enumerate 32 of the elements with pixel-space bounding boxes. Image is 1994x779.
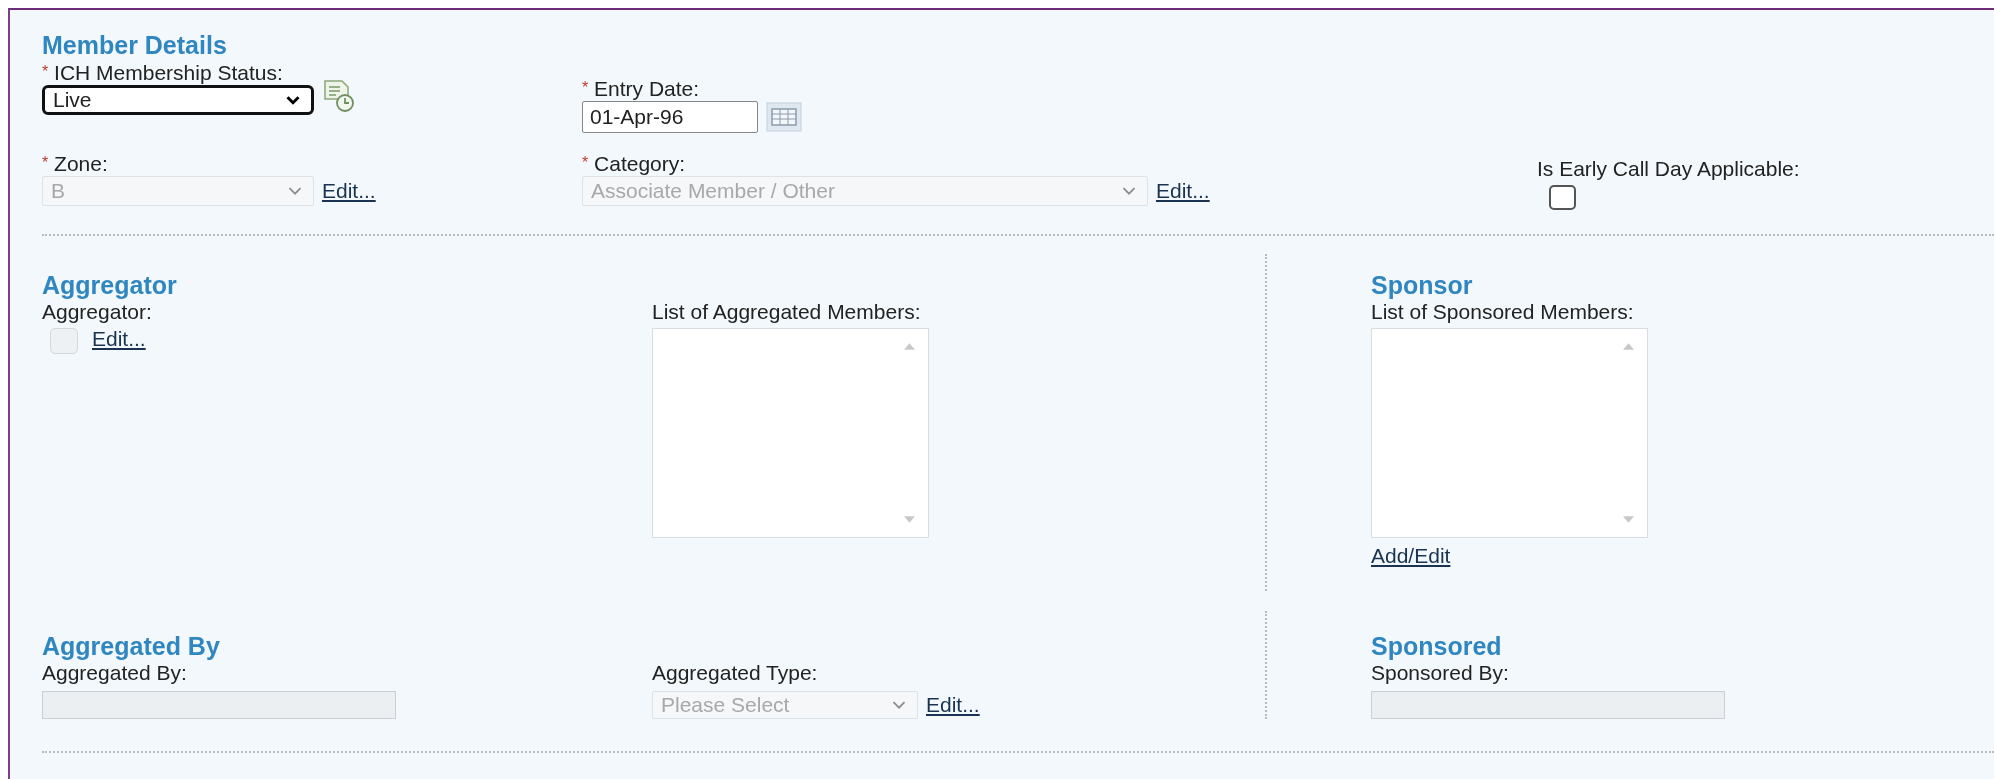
field-label: Is Early Call Day Applicable:: [1537, 157, 1800, 181]
scroll-down-icon[interactable]: [1623, 516, 1634, 523]
calendar-icon[interactable]: [766, 102, 802, 132]
field-label: Aggregated By:: [42, 661, 187, 685]
add-edit-link[interactable]: Add/Edit: [1371, 544, 1451, 568]
scroll-down-icon[interactable]: [904, 516, 915, 523]
list-box[interactable]: [652, 328, 929, 538]
chevron-icon: [285, 94, 301, 106]
chevron-icon: [891, 699, 907, 711]
scroll-up-icon[interactable]: [1623, 343, 1634, 350]
field-label: $^{*}$ Entry Date:: [582, 76, 700, 101]
field-label: $^{*}$ ICH Membership Status:: [42, 60, 283, 85]
field-label: Sponsored By:: [1371, 661, 1509, 685]
scroll-up-icon[interactable]: [904, 343, 915, 350]
section-heading: Aggregated By: [42, 631, 220, 661]
status-select[interactable]: Live: [42, 85, 314, 115]
field-label: Aggregated Type:: [652, 661, 818, 685]
date-field[interactable]: 01-Apr-96: [582, 101, 758, 133]
chevron-icon: [1121, 185, 1137, 197]
field-label: Aggregator:: [42, 300, 152, 324]
field-label: List of Aggregated Members:: [652, 300, 921, 324]
section-heading: Sponsored: [1371, 631, 1502, 661]
list-box[interactable]: [1371, 328, 1648, 538]
section-heading: Sponsor: [1371, 270, 1473, 300]
history-icon[interactable]: [322, 79, 356, 113]
field-label: $^{*}$ Zone:: [42, 151, 108, 176]
section-heading: Member Details: [42, 30, 227, 60]
field-label: List of Sponsored Members:: [1371, 300, 1634, 324]
checkbox[interactable]: [1549, 185, 1576, 210]
chevron-icon: [287, 185, 303, 197]
section-heading: Aggregator: [42, 270, 177, 300]
field-label: $^{*}$ Category:: [582, 151, 686, 176]
